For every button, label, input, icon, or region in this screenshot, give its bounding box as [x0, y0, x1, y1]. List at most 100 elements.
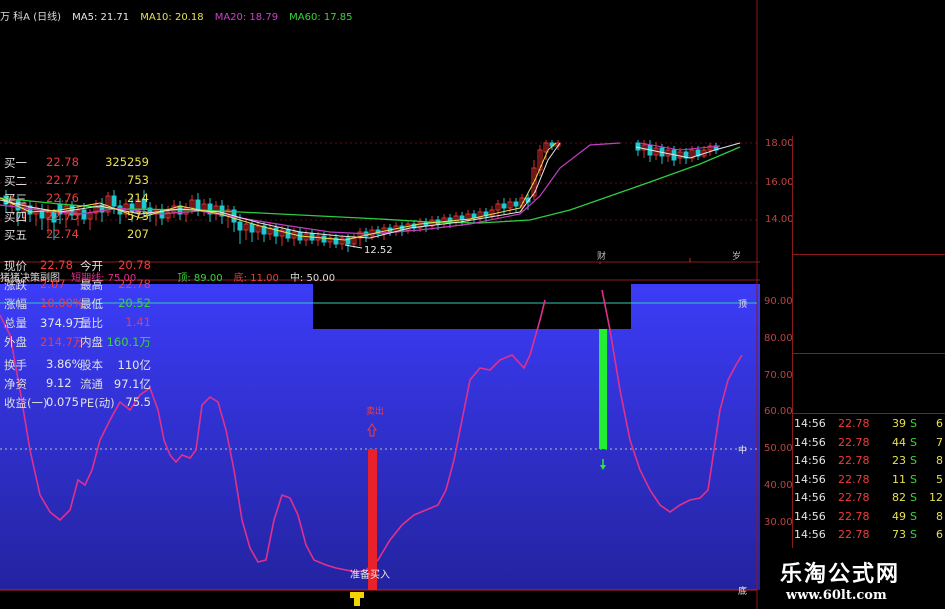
bid-level-label: 买一 — [4, 156, 27, 170]
tick-side: S — [910, 417, 917, 430]
fundamental-value: 75.5 — [125, 395, 151, 409]
candle-body — [635, 142, 641, 151]
buy-marker-icon — [350, 592, 364, 606]
event-marker-cai: 财 — [597, 250, 606, 262]
stat-value: 22.78 — [118, 277, 151, 291]
stat-label: 今开 — [80, 259, 103, 273]
indicator-line4: 中: 50.00 — [289, 273, 336, 284]
tick-time: 14:56 — [794, 509, 826, 523]
order-book-row: 买一 22.78 325259 — [0, 153, 153, 173]
tick-count: 5 — [936, 472, 943, 486]
bid-volume: 753 — [127, 173, 149, 187]
candle-body — [321, 235, 327, 243]
indicator-axis-tick: 90.00 — [764, 296, 793, 307]
indicator-axis-tick: 40.00 — [764, 480, 793, 491]
bottom-tag: 底 — [738, 585, 747, 597]
tick-count: 8 — [936, 454, 943, 467]
ma60-value: MA60: 17.85 — [289, 12, 353, 23]
candle-body — [285, 229, 291, 239]
buy-label: 准备买入 — [350, 568, 390, 581]
sell-label: 卖出 — [366, 405, 384, 417]
tick-volume: 44 — [892, 435, 906, 449]
tick-price: 22.78 — [838, 491, 870, 504]
indicator-line3: 底: 11.00 — [233, 273, 279, 284]
top-tag: 顶 — [738, 299, 747, 310]
stat-label: 最低 — [80, 297, 103, 311]
indicator-axis-tick: 80.00 — [764, 333, 793, 344]
tick-time: 14:56 — [794, 491, 826, 504]
tick-price: 22.78 — [838, 472, 870, 486]
tick-row: 14:56 22.78 82 S 12 — [792, 490, 945, 507]
fundamental-value: 97.1亿 — [113, 377, 151, 391]
stat-value: 2.07 — [40, 277, 66, 291]
bid-price: 22.75 — [46, 209, 79, 223]
tick-time: 14:56 — [794, 435, 826, 449]
tick-count: 8 — [936, 509, 943, 523]
tick-row: 14:56 22.78 11 S 5 — [792, 472, 945, 489]
sell-signal-bar — [368, 449, 377, 590]
tick-time: 14:56 — [794, 528, 826, 541]
price-axis-tick: 18.00 — [765, 138, 794, 149]
bid-price: 22.77 — [46, 173, 79, 187]
bid-price: 22.74 — [46, 227, 79, 241]
stock-name: 万 科A (日线) — [0, 12, 62, 23]
candle-body — [501, 203, 507, 209]
price-axis-tick: 14.00 — [765, 214, 794, 225]
stat-value: 20.78 — [118, 258, 151, 272]
bid-level-label: 买四 — [4, 210, 27, 224]
mid-tag: 中 — [738, 444, 747, 456]
candle-body — [513, 201, 519, 207]
stat-value: 1.41 — [125, 315, 151, 329]
stat-label: 最高 — [80, 278, 103, 292]
stat-value: 20.52 — [118, 296, 151, 310]
tick-row: 14:56 22.78 23 S 8 — [792, 453, 945, 470]
fundamental-label: 流通 — [80, 377, 103, 391]
tick-price: 22.78 — [838, 528, 870, 541]
watermark: 乐淘公式网 www.60lt.com — [760, 548, 945, 609]
stat-row: 总量 374.9万 量比 1.41 — [0, 313, 153, 333]
tick-price: 22.78 — [838, 454, 870, 467]
indicator-axis-tick: 30.00 — [764, 517, 793, 528]
tick-count: 12 — [929, 491, 943, 504]
stat-label: 涨幅 — [4, 297, 27, 311]
stat-row: 现价 22.78 今开 20.78 — [0, 256, 153, 276]
tick-volume: 49 — [892, 509, 906, 523]
tick-volume: 11 — [892, 472, 906, 486]
tick-volume: 73 — [892, 528, 906, 541]
stat-label: 量比 — [80, 316, 103, 330]
order-book-row: 买四 22.75 573 — [0, 207, 153, 227]
stat-label: 涨跌 — [4, 278, 27, 292]
fundamental-label: 换手 — [4, 358, 27, 372]
tick-side: S — [910, 435, 917, 449]
bid-volume: 207 — [127, 227, 149, 241]
stat-value: 22.78 — [40, 258, 73, 272]
fundamental-label: 股本 — [80, 358, 103, 372]
tick-row: 14:56 22.78 39 S 6 — [792, 416, 945, 433]
tick-side: S — [910, 528, 917, 541]
stat-label: 外盘 — [4, 335, 27, 349]
fundamental-row: 收益(一) 0.075 PE(动) 75.5 — [0, 393, 153, 413]
order-book-row: 买五 22.74 207 — [0, 225, 153, 245]
tick-count: 6 — [936, 528, 943, 541]
tick-volume: 39 — [892, 417, 906, 430]
bid-price: 22.78 — [46, 155, 79, 169]
bid-volume: 573 — [127, 209, 149, 223]
fundamental-value: 9.12 — [46, 376, 72, 390]
fundamental-label: 净资 — [4, 377, 27, 391]
ma20-value: MA20: 18.79 — [214, 12, 279, 23]
tick-row: 14:56 22.78 44 S 7 — [792, 435, 945, 452]
tick-volume: 23 — [892, 454, 906, 467]
candle-body — [249, 223, 255, 233]
bid-level-label: 买五 — [4, 228, 27, 242]
panel-separator — [792, 353, 945, 354]
tick-count: 6 — [936, 417, 943, 430]
tick-side: S — [910, 491, 917, 504]
bid-volume: 214 — [127, 191, 149, 205]
tick-price: 22.78 — [838, 435, 870, 449]
panel-separator — [792, 254, 945, 255]
indicator-axis-tick: 50.00 — [764, 443, 793, 454]
fundamental-row: 换手 3.86% 股本 110亿 — [0, 355, 153, 375]
stat-row: 涨跌 2.07 最高 22.78 — [0, 275, 153, 295]
fundamental-row: 净资 9.12 流通 97.1亿 — [0, 374, 153, 394]
tick-row: 14:56 22.78 73 S 6 — [792, 527, 945, 544]
